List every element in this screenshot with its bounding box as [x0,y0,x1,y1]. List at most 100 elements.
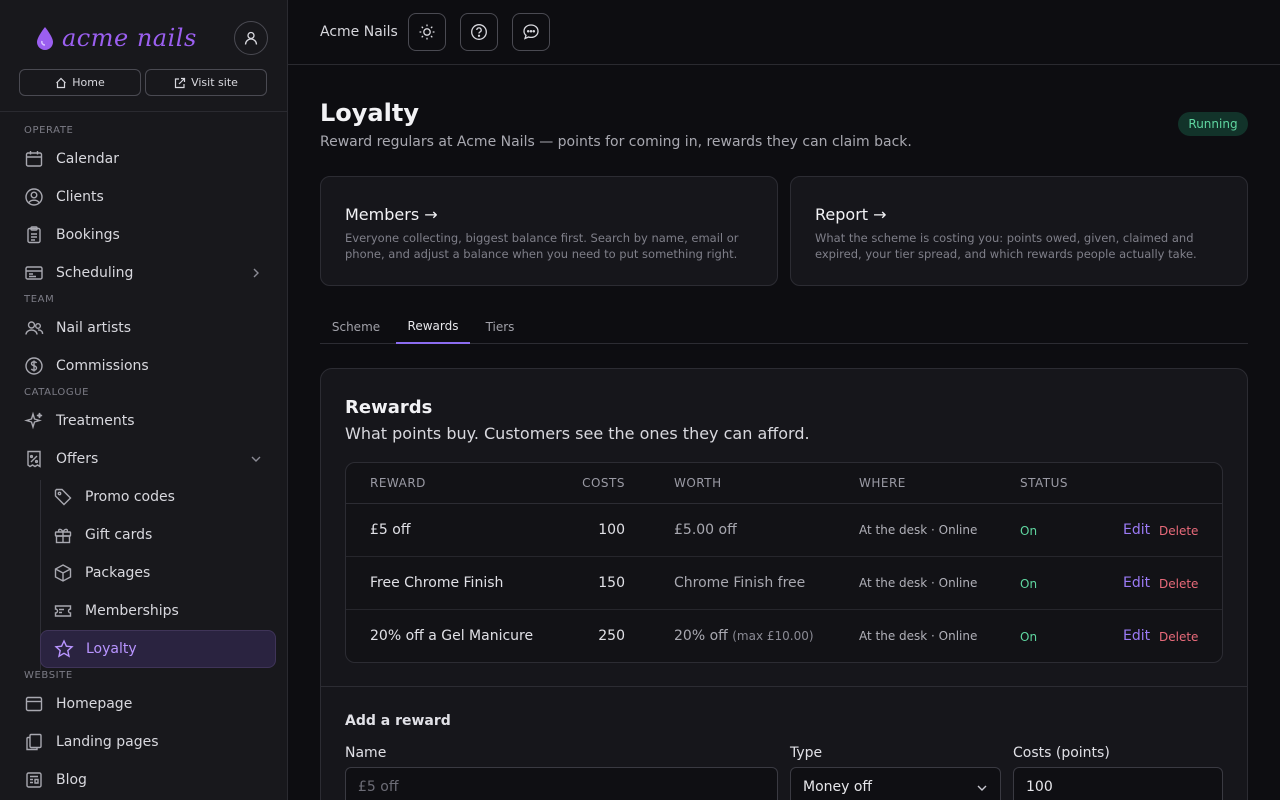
name-field-label: Name [345,745,387,761]
sidebar-item-label: Offers [56,451,99,467]
reward-worth-cap: (max £10.00) [732,629,814,643]
rewards-table: REWARD COSTS WORTH WHERE STATUS £5 off 1… [345,462,1223,663]
section-operate: OPERATE [24,125,74,136]
members-card[interactable]: Members → Everyone collecting, biggest b… [320,176,778,286]
ticket-icon [53,601,73,621]
reward-name: Free Chrome Finish [370,575,504,591]
sidebar-item-label: Bookings [56,227,120,243]
tag-icon [53,487,73,507]
add-reward-title: Add a reward [345,713,451,729]
newspaper-icon [24,770,44,790]
sidebar-item-bookings[interactable]: Bookings [24,217,276,253]
reward-type-value: Money off [803,779,873,795]
gift-icon [53,525,73,545]
rewards-title: Rewards [345,397,433,418]
sidebar-item-label: Nail artists [56,320,132,336]
sidebar-item-label: Homepage [56,696,133,712]
section-team: TEAM [24,294,55,305]
column-header-status: STATUS [1020,476,1069,490]
user-menu-button[interactable] [234,21,268,55]
section-catalogue: CATALOGUE [24,387,90,398]
sidebar-item-label: Memberships [85,603,179,619]
sidebar-item-nail-artists[interactable]: Nail artists [24,310,276,346]
sidebar-item-label: Loyalty [86,641,137,657]
sidebar-item-label: Treatments [56,413,135,429]
schedule-icon [24,263,44,283]
members-card-description: Everyone collecting, biggest balance fir… [345,231,739,261]
reward-where: At the desk · Online [859,629,978,643]
chevron-down-icon [976,782,988,794]
sidebar-item-homepage[interactable]: Homepage [24,686,276,722]
tab-tiers[interactable]: Tiers [476,310,524,344]
reward-name-input[interactable]: £5 off [345,767,778,800]
members-card-title[interactable]: Members → [345,205,438,224]
reward-type-select[interactable]: Money off [790,767,1001,800]
help-button[interactable] [460,13,498,51]
dollar-circle-icon [24,356,44,376]
sidebar-item-packages[interactable]: Packages [40,555,276,591]
status-badge: Running [1178,112,1248,136]
visit-site-label: Visit site [191,76,238,89]
reward-worth: Chrome Finish free [674,575,805,591]
sidebar-item-label: Gift cards [85,527,153,543]
sidebar-item-scheduling[interactable]: Scheduling [24,255,276,291]
table-row: 20% off a Gel Manicure 250 20% off (max … [346,610,1222,662]
reward-status: On [1020,524,1038,538]
reward-worth-value: £5.00 off [674,522,737,538]
delete-button[interactable]: Delete [1159,577,1198,591]
visit-site-button[interactable]: Visit site [145,69,267,96]
reward-costs-input[interactable]: 100 [1013,767,1223,800]
panel-divider [321,686,1247,687]
star-icon [54,639,74,659]
sidebar-item-loyalty[interactable]: Loyalty [40,630,276,668]
sidebar-item-promo-codes[interactable]: Promo codes [40,479,276,515]
clipboard-icon [24,225,44,245]
sparkles-icon [24,411,44,431]
edit-button[interactable]: Edit [1123,575,1150,591]
sidebar-item-label: Landing pages [56,734,159,750]
reward-worth: 20% off (max £10.00) [674,628,814,644]
edit-button[interactable]: Edit [1123,628,1150,644]
edit-button[interactable]: Edit [1123,522,1150,538]
costs-field-label: Costs (points) [1013,745,1110,761]
report-card-title[interactable]: Report → [815,205,887,224]
topbar-title: Acme Nails [320,24,398,40]
table-header: REWARD COSTS WORTH WHERE STATUS [346,463,1222,504]
sidebar-item-landing-pages[interactable]: Landing pages [24,724,276,760]
sidebar-item-label: Promo codes [85,489,175,505]
report-card[interactable]: Report → What the scheme is costing you:… [790,176,1248,286]
messages-button[interactable] [512,13,550,51]
sidebar-item-blog[interactable]: Blog [24,762,276,798]
sidebar-item-calendar[interactable]: Calendar [24,141,276,177]
page-subtitle: Reward regulars at Acme Nails — points f… [320,134,912,150]
chevron-right-icon [250,267,262,279]
sidebar-item-memberships[interactable]: Memberships [40,593,276,629]
calendar-icon [24,149,44,169]
sidebar-item-offers[interactable]: Offers [24,441,276,477]
topbar: Acme Nails [288,0,1280,65]
rewards-panel: Rewards What points buy. Customers see t… [320,368,1248,800]
sidebar: acme nails Home Visit site OPERATE Calen… [0,0,288,800]
sidebar-item-commissions[interactable]: Commissions [24,348,276,384]
brand-logo[interactable]: acme nails [36,24,197,52]
reward-worth-value: 20% off [674,628,728,644]
delete-button[interactable]: Delete [1159,630,1198,644]
chat-bubble-icon [522,23,540,41]
sidebar-item-label: Packages [85,565,151,581]
sidebar-item-clients[interactable]: Clients [24,179,276,215]
section-website: WEBSITE [24,670,73,681]
sidebar-item-treatments[interactable]: Treatments [24,403,276,439]
home-button[interactable]: Home [19,69,141,96]
theme-toggle-button[interactable] [408,13,446,51]
delete-button[interactable]: Delete [1159,524,1198,538]
sidebar-item-gift-cards[interactable]: Gift cards [40,517,276,553]
users-icon [24,318,44,338]
tab-scheme[interactable]: Scheme [320,310,392,344]
column-header-reward: REWARD [370,476,426,490]
rewards-subtitle: What points buy. Customers see the ones … [345,424,810,443]
tab-rewards[interactable]: Rewards [396,310,470,344]
reward-costs: 150 [598,575,625,591]
reward-where: At the desk · Online [859,523,978,537]
brand-name: acme nails [62,24,197,52]
sun-icon [418,23,436,41]
